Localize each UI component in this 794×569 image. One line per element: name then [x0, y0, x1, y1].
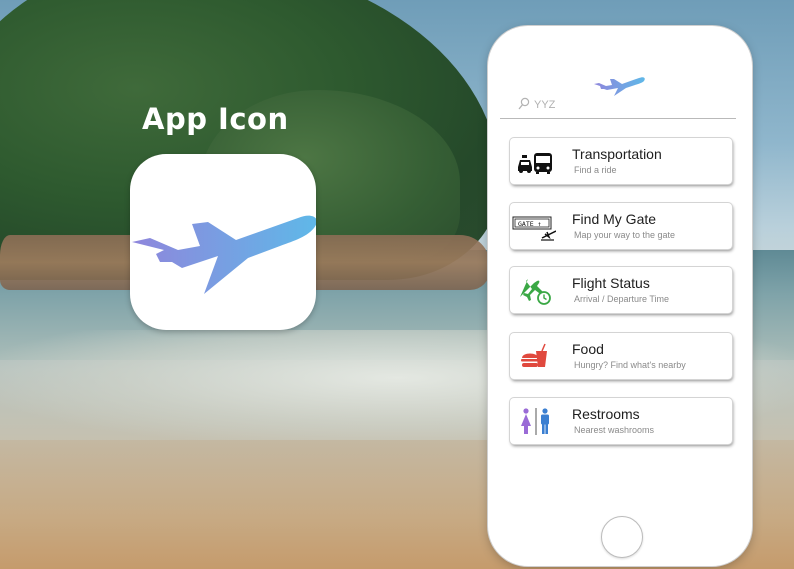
search-bar: [500, 94, 736, 119]
gate-sign-icon: GATE ↑: [512, 216, 556, 241]
plane-clock-icon: [520, 279, 551, 305]
menu-item-food[interactable]: Food Hungry? Find what's nearby: [510, 333, 732, 379]
phone-mockup: Transportation Find a ride GATE ↑ Find M…: [488, 26, 752, 566]
menu-item-restrooms[interactable]: Restrooms Nearest washrooms: [510, 398, 732, 444]
airplane-icon: [132, 215, 316, 294]
menu-item-title: Transportation: [572, 146, 662, 162]
burger-drink-icon: [521, 343, 547, 367]
menu-item-title: Find My Gate: [572, 211, 657, 227]
menu-item-subtitle: Map your way to the gate: [574, 230, 676, 240]
menu-item-subtitle: Arrival / Departure Time: [574, 294, 670, 304]
taxi-bus-icon: [518, 153, 552, 174]
search-icon: [518, 97, 530, 110]
app-icon-tile: [130, 154, 316, 330]
menu-item-subtitle: Hungry? Find what's nearby: [574, 360, 686, 370]
search-input[interactable]: [534, 96, 714, 114]
menu-item-find-my-gate[interactable]: GATE ↑ Find My Gate Map your way to the …: [510, 203, 732, 249]
gate-sign-text: GATE ↑: [518, 220, 541, 228]
menu-item-title: Restrooms: [572, 406, 640, 422]
menu-item-flight-status[interactable]: Flight Status Arrival / Departure Time: [510, 267, 732, 313]
app-logo-airplane-icon: [594, 77, 645, 96]
menu-item-subtitle: Nearest washrooms: [574, 425, 655, 435]
app-icon-heading: App Icon: [142, 102, 289, 136]
menu-item-title: Food: [572, 341, 604, 357]
menu-item-subtitle: Find a ride: [574, 165, 617, 175]
restroom-icon: [521, 408, 549, 435]
home-button[interactable]: [601, 516, 643, 558]
menu-item-title: Flight Status: [572, 275, 650, 291]
menu-item-transportation[interactable]: Transportation Find a ride: [510, 138, 732, 184]
